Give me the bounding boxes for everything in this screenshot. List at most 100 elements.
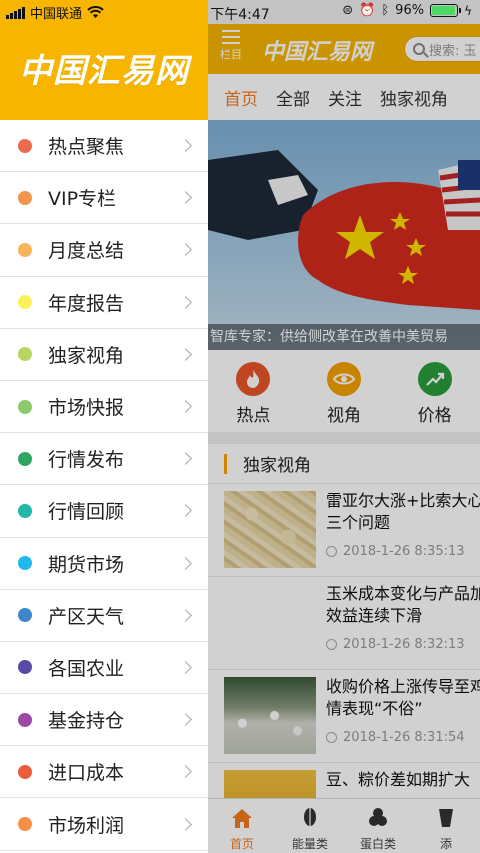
tabbar-home-label: 首页	[229, 837, 254, 851]
tabbar-protein[interactable]: 蛋白类	[344, 799, 412, 853]
header-logo: 中国汇易网	[262, 40, 373, 65]
drawer-item[interactable]: 热点聚焦	[0, 120, 208, 173]
drawer-item[interactable]: 进口成本	[0, 746, 208, 799]
color-dot-icon	[18, 608, 32, 623]
side-drawer: 中国汇易网 热点聚焦 VIP专栏月度总结年度报告独家视角市场快报 行情发布行情回顾期…	[0, 0, 208, 853]
menu-button-label: 栏目	[220, 48, 242, 61]
tabbar-additive-label: 添	[439, 837, 452, 851]
tab-follow[interactable]: 关注	[328, 85, 362, 110]
drawer-item[interactable]: 基金持仓	[0, 694, 208, 747]
news-thumbnail	[224, 677, 316, 754]
search-box[interactable]: 搜索: 玉	[404, 36, 480, 62]
exclusive-section: 独家视角 雷亚尔大涨+比索大心这三个问题 2018-1-26 8:35:13 玉…	[208, 444, 480, 847]
drawer-item-label: 基金持仓	[48, 710, 125, 733]
chevron-right-icon	[179, 191, 192, 205]
chevron-right-icon	[179, 347, 192, 361]
drawer-item[interactable]: 行情回顾	[0, 485, 208, 538]
color-dot-icon	[18, 503, 32, 518]
tab-home[interactable]: 首页	[224, 85, 258, 110]
banner-caption: 智库专家：供给侧改革在改善中美贸易	[208, 324, 480, 350]
drawer-item-label: 热点聚焦	[48, 136, 125, 159]
category-view[interactable]: 视角	[299, 350, 390, 432]
banner-image	[208, 150, 480, 310]
drawer-item-label: 市场利润	[48, 814, 125, 837]
chevron-right-icon	[179, 556, 192, 570]
bean-icon	[369, 808, 387, 826]
grain-icon	[304, 808, 316, 829]
category-price[interactable]: 价格	[389, 350, 480, 432]
section-header: 独家视角	[208, 444, 480, 484]
tabbar-home[interactable]: 首页	[208, 799, 276, 853]
news-thumbnail	[224, 584, 316, 661]
drawer-item[interactable]: 行情发布	[0, 433, 208, 486]
color-dot-icon	[18, 242, 32, 257]
drawer-item[interactable]: 月度总结	[0, 224, 208, 277]
category-hot[interactable]: 热点	[208, 350, 299, 432]
news-title: 收购价格上涨传导至鸡行情表现“不俗”	[326, 677, 480, 718]
drawer-item[interactable]: 独家视角	[0, 329, 208, 381]
eye-icon	[327, 362, 361, 396]
search-placeholder: 搜索: 玉	[429, 43, 477, 59]
quick-categories: 热点 视角 价格	[208, 350, 480, 432]
category-price-label: 价格	[417, 406, 452, 426]
color-dot-icon	[18, 712, 32, 727]
drawer-item[interactable]: 产区天气	[0, 590, 208, 642]
flame-icon	[236, 362, 271, 396]
chevron-right-icon	[179, 713, 192, 727]
news-time-text: 2018-1-26 8:31:54	[343, 730, 465, 745]
news-title: 玉米成本变化与产品加工效益连续下滑	[326, 584, 480, 625]
tabbar-additive[interactable]: 添	[412, 799, 480, 853]
section-title: 独家视角	[243, 456, 311, 476]
status-right: ⊜ ⏰ ᛒ 96% ϟ	[342, 3, 472, 18]
drawer-item-label: 月度总结	[48, 240, 125, 263]
drawer-item[interactable]: VIP专栏	[0, 172, 208, 225]
menu-button[interactable]: 栏目	[216, 28, 246, 68]
drawer-item-label: VIP专栏	[48, 188, 117, 211]
chevron-right-icon	[179, 608, 192, 622]
drawer-item-label: 独家视角	[48, 344, 125, 367]
drawer-item[interactable]: 各国农业	[0, 642, 208, 695]
drawer-item-label: 产区天气	[48, 605, 125, 628]
section-accent-bar	[224, 453, 227, 474]
color-dot-icon	[18, 451, 32, 466]
drawer-item[interactable]: 年度报告	[0, 277, 208, 329]
charging-icon: ϟ	[464, 3, 472, 18]
battery-level	[432, 6, 456, 15]
banner-carousel[interactable]: 智库专家：供给侧改革在改善中美贸易	[208, 120, 480, 350]
tab-exclusive[interactable]: 独家视角	[380, 85, 448, 110]
color-dot-icon	[18, 556, 32, 571]
news-item[interactable]: 玉米成本变化与产品加工效益连续下滑 2018-1-26 8:32:13	[208, 577, 480, 670]
chevron-right-icon	[179, 243, 192, 257]
news-time-text: 2018-1-26 8:35:13	[343, 544, 465, 559]
additive-icon	[439, 809, 453, 827]
tab-all[interactable]: 全部	[276, 85, 310, 110]
drawer-item[interactable]: 市场快报	[0, 381, 208, 434]
main-content: 栏目 中国汇易网 搜索: 玉 首页 全部 关注 独家视角 智库专家：供给侧改革在…	[208, 0, 480, 853]
rotation-lock-icon: ⊜	[342, 3, 354, 18]
clock-icon	[326, 546, 337, 557]
clock-icon	[326, 732, 337, 743]
news-item[interactable]: 收购价格上涨传导至鸡行情表现“不俗” 2018-1-26 8:31:54	[208, 670, 480, 763]
news-time: 2018-1-26 8:31:54	[326, 730, 465, 745]
news-item[interactable]: 雷亚尔大涨+比索大心这三个问题 2018-1-26 8:35:13	[208, 484, 480, 577]
color-dot-icon	[18, 399, 32, 414]
drawer-item-label: 年度报告	[48, 292, 125, 315]
chevron-right-icon	[179, 295, 192, 309]
tabbar-energy[interactable]: 能量类	[276, 799, 344, 853]
chevron-right-icon	[179, 765, 192, 779]
news-thumbnail	[224, 491, 316, 568]
category-tabs: 首页 全部 关注 独家视角	[208, 74, 480, 120]
color-dot-icon	[18, 660, 32, 675]
color-dot-icon	[18, 190, 32, 205]
hamburger-icon	[222, 30, 240, 44]
battery-icon	[430, 4, 462, 17]
drawer-logo: 中国汇易网	[19, 51, 189, 90]
chevron-right-icon	[179, 661, 192, 674]
color-dot-icon	[18, 295, 32, 310]
drawer-item-label: 行情回顾	[48, 501, 125, 524]
drawer-item-label: 各国农业	[48, 657, 125, 680]
chevron-right-icon	[179, 452, 192, 466]
clock-icon	[326, 639, 337, 650]
drawer-item[interactable]: 期货市场	[0, 538, 208, 590]
drawer-item[interactable]: 市场利润	[0, 798, 208, 851]
